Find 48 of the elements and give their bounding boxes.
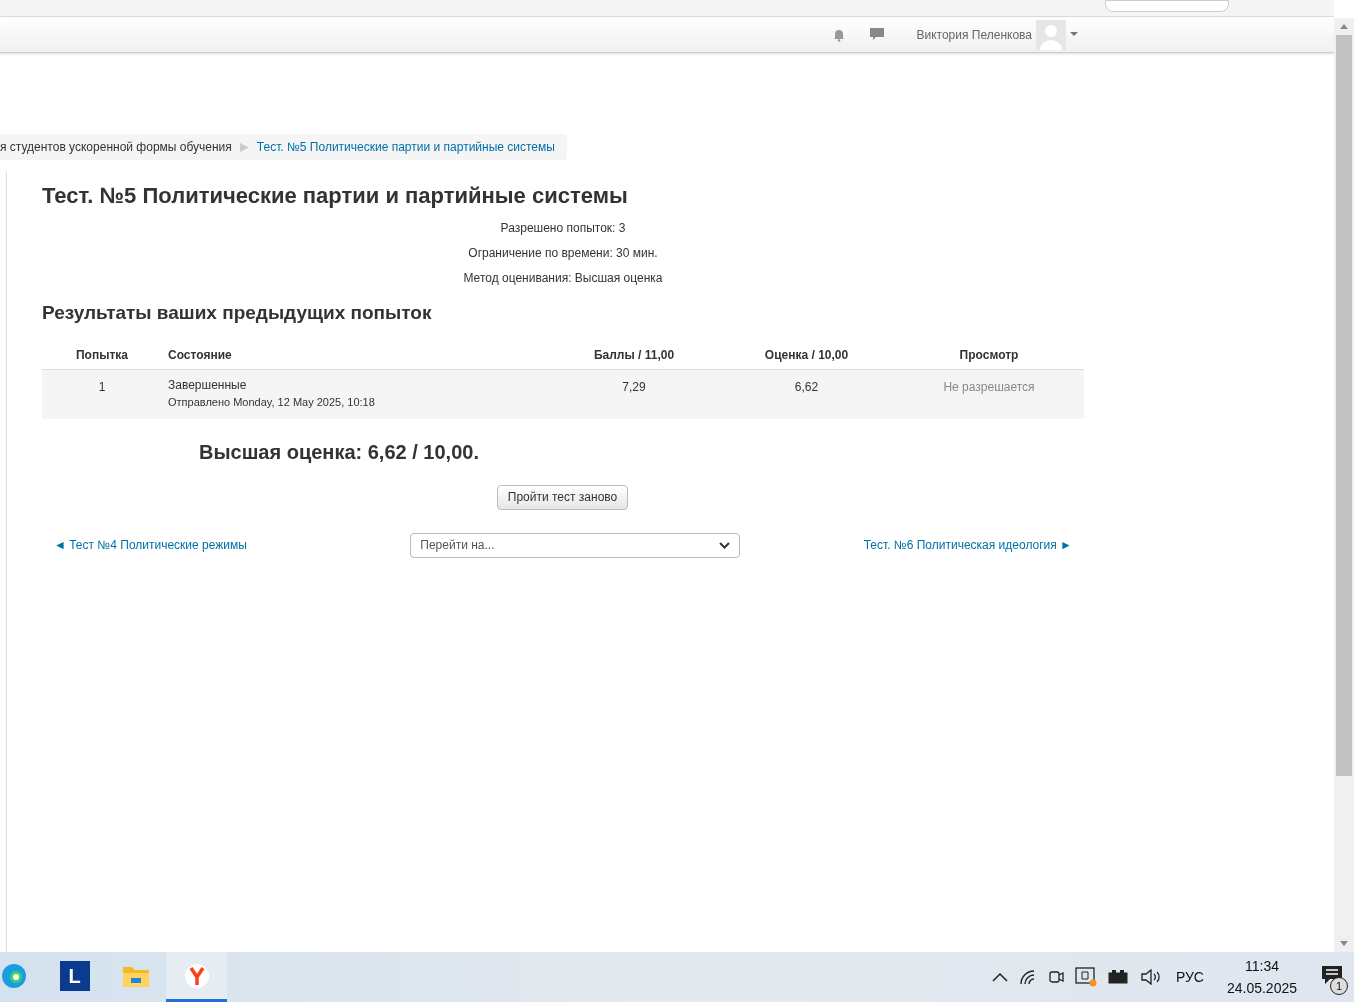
caret-icon[interactable] [1070, 32, 1078, 37]
clock-time[interactable]: 11:34 [1244, 955, 1279, 977]
taskbar-app[interactable]: L [44, 952, 105, 1002]
quiz-info-line: Разрешено попыток: 3 [500, 220, 626, 237]
quiz-info-line: Метод оценивания: Высшая оценка [463, 270, 663, 287]
chevron-up-icon[interactable] [991, 972, 1008, 982]
scroll-up-icon[interactable] [1340, 24, 1348, 29]
next-activity-link[interactable]: Тест. №6 Политическая идеология ► [863, 536, 1072, 554]
table-cell: 6,62 [719, 369, 894, 419]
scrollbar-thumb[interactable] [1336, 35, 1352, 776]
y-logo-icon [183, 962, 210, 989]
user-name[interactable]: Виктория Пеленкова [916, 25, 1032, 44]
scrollbar[interactable] [1334, 18, 1354, 952]
chevron-down-icon [719, 541, 731, 549]
highest-grade: Высшая оценка: 6,62 / 10,00. [199, 439, 480, 465]
chat-icon[interactable] [870, 28, 885, 41]
taskbar-app[interactable] [166, 952, 227, 1002]
column-header: Просмотр [894, 341, 1084, 369]
camera-icon[interactable] [1047, 968, 1064, 986]
retake-button[interactable]: Пройти тест заново [496, 484, 629, 510]
table-cell: 7,29 [549, 369, 719, 419]
section-heading: Результаты ваших предыдущих попыток [42, 301, 433, 325]
table-cell: 1 [42, 369, 162, 419]
bell-icon[interactable] [832, 27, 847, 42]
submitted-date: Отправлено Monday, 12 May 2025, 10:18 [168, 394, 376, 410]
table-cell-text: Завершенные [168, 377, 248, 393]
separator-icon [239, 142, 249, 152]
battery-icon[interactable] [1107, 970, 1130, 984]
page-title: Тест. №5 Политические партии и партийные системы [42, 182, 629, 210]
speaker-icon[interactable] [1140, 969, 1163, 985]
breadcrumb-item: я студентов ускоренной формы обучения [0, 139, 232, 156]
notification-badge: 1 [1330, 977, 1348, 995]
wifi-icon[interactable] [1018, 969, 1037, 985]
column-header: Попытка [42, 341, 162, 369]
column-header: Состояние [162, 341, 549, 369]
breadcrumb-link[interactable]: Тест. №5 Политические партии и партийные системы [256, 138, 555, 156]
column-header: Баллы / 11,00 [549, 341, 719, 369]
quiz-info-line: Ограничение по времени: 30 мин. [468, 245, 658, 262]
scroll-down-icon[interactable] [1340, 941, 1348, 946]
clock-date[interactable]: 24.05.2025 [1226, 977, 1297, 999]
table-cell: Не разрешается [894, 369, 1084, 419]
language-indicator[interactable]: РУС [1175, 966, 1204, 988]
previous-activity-link[interactable]: ◄ Тест №4 Политические режимы [54, 536, 247, 554]
jump-to-select[interactable]: Перейти на... [410, 532, 741, 558]
app-letter-icon: L [59, 960, 90, 991]
monitor-warning-icon[interactable] [1074, 967, 1097, 987]
address-field[interactable] [1105, 0, 1229, 12]
column-header: Оценка / 10,00 [719, 341, 894, 369]
